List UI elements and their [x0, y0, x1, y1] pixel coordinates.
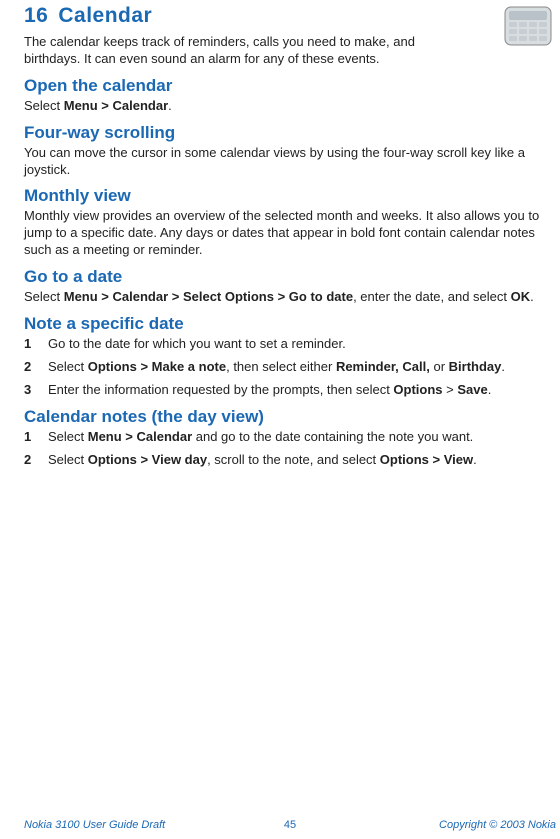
- list-item: 3 Enter the information requested by the…: [24, 382, 560, 399]
- footer-page-number: 45: [284, 819, 296, 831]
- section-gotodate-body: Select Menu > Calendar > Select Options …: [24, 289, 560, 306]
- list-item: 2 Select Options > Make a note, then sel…: [24, 359, 560, 376]
- dayview-steps: 1 Select Menu > Calendar and go to the d…: [24, 429, 560, 469]
- calendar-icon: [504, 6, 552, 46]
- list-item: 1 Select Menu > Calendar and go to the d…: [24, 429, 560, 446]
- intro-paragraph: The calendar keeps track of reminders, c…: [24, 34, 444, 68]
- section-dayview-heading: Calendar notes (the day view): [24, 407, 560, 427]
- page-footer: Nokia 3100 User Guide Draft 45 Copyright…: [24, 819, 556, 831]
- footer-left: Nokia 3100 User Guide Draft: [24, 819, 165, 831]
- section-open-heading: Open the calendar: [24, 76, 560, 96]
- section-open-body: Select Menu > Calendar.: [24, 98, 560, 115]
- chapter-title: Calendar: [58, 4, 152, 27]
- section-fourway-heading: Four-way scrolling: [24, 123, 560, 143]
- page-content: 16 Calendar The calendar keeps track of r…: [24, 4, 560, 468]
- chapter-number: 16: [24, 4, 48, 27]
- section-monthly-body: Monthly view provides an overview of the…: [24, 208, 560, 259]
- notedate-steps: 1 Go to the date for which you want to s…: [24, 336, 560, 399]
- section-fourway-body: You can move the cursor in some calendar…: [24, 145, 560, 179]
- section-notedate-heading: Note a specific date: [24, 314, 560, 334]
- footer-right: Copyright © 2003 Nokia: [439, 819, 556, 831]
- list-item: 2 Select Options > View day, scroll to t…: [24, 452, 560, 469]
- section-gotodate-heading: Go to a date: [24, 267, 560, 287]
- list-item: 1 Go to the date for which you want to s…: [24, 336, 560, 353]
- section-monthly-heading: Monthly view: [24, 186, 560, 206]
- chapter-heading: 16 Calendar: [24, 4, 560, 28]
